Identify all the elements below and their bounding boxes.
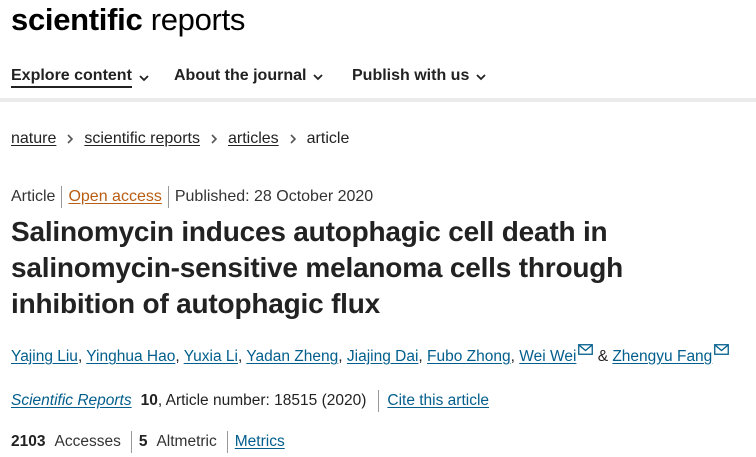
author-list: Yajing Liu, Yinghua Hao, Yuxia Li, Yadan…	[11, 344, 756, 368]
author-ampersand: &	[593, 348, 613, 365]
metrics-link[interactable]: Metrics	[235, 433, 285, 451]
author-link[interactable]: Yinghua Hao	[86, 348, 175, 365]
published-date: Published: 28 October 2020	[174, 188, 374, 205]
chevron-right-icon	[290, 134, 296, 144]
citation-line: Scientific Reports 10 , Article number: …	[11, 390, 489, 412]
breadcrumb-articles[interactable]: articles	[228, 130, 279, 148]
author-link[interactable]: Zhengyu Fang	[612, 348, 712, 365]
chevron-down-icon	[139, 74, 149, 81]
article-title: Salinomycin induces autophagic cell deat…	[11, 216, 624, 319]
article-metrics: 2103 Accesses 5 Altmetric Metrics	[11, 431, 285, 453]
journal-volume: 10	[140, 392, 158, 409]
nav-label: About the journal	[174, 67, 307, 84]
nav-label: Explore content	[11, 67, 132, 88]
chevron-down-icon	[476, 73, 486, 80]
altmetric-count: 5	[138, 433, 148, 450]
mail-icon[interactable]	[578, 344, 594, 355]
breadcrumb-scientific-reports[interactable]: scientific reports	[84, 130, 200, 148]
metrics-divider	[130, 431, 132, 453]
author-link[interactable]: Yajing Liu	[11, 348, 78, 365]
altmetric-label: Altmetric	[156, 433, 217, 450]
chevron-down-icon	[313, 73, 324, 80]
chevron-right-icon	[67, 134, 74, 144]
citation-divider	[378, 390, 380, 412]
cite-this-article-link[interactable]: Cite this article	[387, 392, 489, 410]
nav-about-the-journal[interactable]: About the journal	[174, 67, 324, 86]
article-number: , Article number: 18515 (2020)	[157, 392, 367, 409]
accesses-count: 2103	[11, 433, 46, 450]
author-separator: ,	[418, 348, 428, 365]
author-separator: ,	[510, 348, 520, 365]
nav-label: Publish with us	[352, 67, 470, 84]
author-separator: ,	[175, 348, 184, 365]
author-link[interactable]: Jiajing Dai	[347, 348, 419, 365]
logo-bold-text: scientific	[11, 2, 143, 37]
nav-publish-with-us[interactable]: Publish with us	[352, 67, 487, 86]
author-link[interactable]: Yadan Zheng	[246, 348, 338, 365]
meta-divider	[61, 186, 63, 208]
article-meta: Article Open access Published: 28 Octobe…	[11, 186, 373, 208]
metrics-divider	[226, 431, 228, 453]
nav-explore-content[interactable]: Explore content	[11, 67, 150, 88]
author-link[interactable]: Yuxia Li	[184, 348, 238, 365]
breadcrumb-current: article	[306, 130, 350, 147]
open-access-link[interactable]: Open access	[68, 188, 161, 206]
main-nav: Explore content About the journal Publis…	[0, 58, 756, 102]
chevron-right-icon	[211, 134, 218, 144]
site-logo[interactable]: scientific reports	[11, 2, 245, 38]
article-type: Article	[11, 188, 56, 205]
breadcrumb-nature[interactable]: nature	[11, 130, 56, 148]
accesses-label: Accesses	[54, 433, 121, 450]
meta-divider	[167, 186, 169, 208]
logo-regular-text: reports	[142, 2, 246, 37]
mail-icon[interactable]	[714, 344, 730, 355]
journal-link[interactable]: Scientific Reports	[11, 392, 132, 410]
author-link[interactable]: Wei Wei	[519, 348, 576, 365]
author-separator: ,	[338, 348, 347, 365]
author-link[interactable]: Fubo Zhong	[427, 348, 511, 365]
breadcrumb: nature scientific reports articles artic…	[11, 130, 349, 148]
